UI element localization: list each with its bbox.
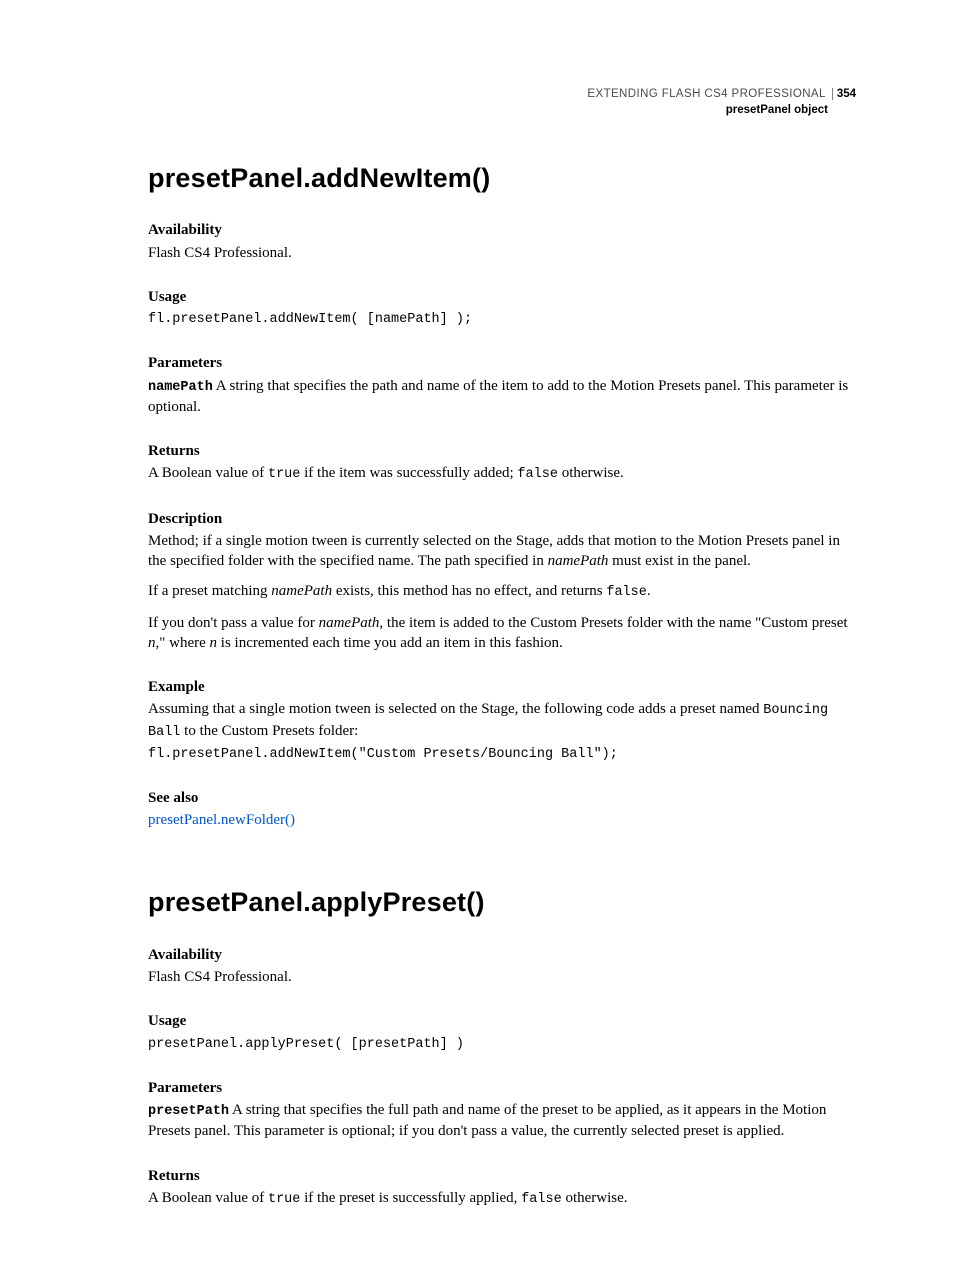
param-text: A string that specifies the full path an…	[148, 1102, 826, 1139]
param-name: namePath	[148, 380, 213, 395]
returns-true: true	[268, 1192, 300, 1207]
parameters-label: Parameters	[148, 1078, 856, 1098]
returns-mid: if the item was successfully added;	[300, 465, 517, 481]
returns-pre: A Boolean value of	[148, 1190, 268, 1206]
usage-label: Usage	[148, 287, 856, 307]
usage-code: fl.presetPanel.addNewItem( [namePath] );	[148, 311, 856, 329]
desc-text: If a preset matching	[148, 583, 271, 599]
method-heading-addnewitem: presetPanel.addNewItem()	[148, 160, 856, 196]
availability-text: Flash CS4 Professional.	[148, 243, 856, 263]
returns-text: A Boolean value of true if the preset is…	[148, 1188, 856, 1209]
returns-label: Returns	[148, 1166, 856, 1186]
desc-text: exists, this method has no effect, and r…	[332, 583, 606, 599]
link-newfolder[interactable]: presetPanel.newFolder()	[148, 812, 295, 828]
example-text: Assuming that a single motion tween is s…	[148, 699, 856, 741]
desc-text: , the item is added to the Custom Preset…	[379, 615, 847, 631]
desc-italic: n	[210, 635, 218, 651]
running-header: EXTENDING FLASH CS4 PROFESSIONAL 354 pres…	[587, 86, 856, 118]
param-text: A string that specifies the path and nam…	[148, 378, 848, 415]
example-code: fl.presetPanel.addNewItem("Custom Preset…	[148, 746, 856, 764]
desc-text: .	[647, 583, 651, 599]
page-number: 354	[837, 88, 856, 100]
parameter-description: namePath A string that specifies the pat…	[148, 376, 856, 417]
seealso-label: See also	[148, 788, 856, 808]
method-heading-applypreset: presetPanel.applyPreset()	[148, 884, 856, 920]
usage-code: presetPanel.applyPreset( [presetPath] )	[148, 1036, 856, 1054]
returns-label: Returns	[148, 441, 856, 461]
returns-true: true	[268, 467, 300, 482]
desc-italic: namePath	[319, 615, 380, 631]
usage-label: Usage	[148, 1011, 856, 1031]
example-pre: Assuming that a single motion tween is s…	[148, 701, 763, 717]
example-post: to the Custom Presets folder:	[180, 723, 358, 739]
returns-post: otherwise.	[558, 465, 624, 481]
desc-italic: namePath	[548, 553, 609, 569]
book-title: EXTENDING FLASH CS4 PROFESSIONAL	[587, 88, 832, 100]
returns-text: A Boolean value of true if the item was …	[148, 463, 856, 484]
returns-post: otherwise.	[562, 1190, 628, 1206]
description-p1: Method; if a single motion tween is curr…	[148, 531, 856, 572]
desc-text: ," where	[156, 635, 210, 651]
page: EXTENDING FLASH CS4 PROFESSIONAL 354 pres…	[0, 0, 954, 1279]
returns-false: false	[521, 1192, 562, 1207]
description-p3: If you don't pass a value for namePath, …	[148, 613, 856, 654]
parameters-label: Parameters	[148, 353, 856, 373]
availability-label: Availability	[148, 945, 856, 965]
returns-false: false	[517, 467, 558, 482]
description-label: Description	[148, 509, 856, 529]
param-name: presetPath	[148, 1104, 229, 1119]
parameter-description: presetPath A string that specifies the f…	[148, 1100, 856, 1141]
example-label: Example	[148, 677, 856, 697]
seealso-links: presetPanel.newFolder()	[148, 810, 856, 830]
desc-text: If you don't pass a value for	[148, 615, 319, 631]
returns-pre: A Boolean value of	[148, 465, 268, 481]
desc-text: must exist in the panel.	[608, 553, 750, 569]
availability-label: Availability	[148, 220, 856, 240]
returns-mid: if the preset is successfully applied,	[300, 1190, 521, 1206]
availability-text: Flash CS4 Professional.	[148, 967, 856, 987]
desc-code: false	[606, 585, 647, 600]
desc-italic: namePath	[271, 583, 332, 599]
desc-italic: n	[148, 635, 156, 651]
section-name: presetPanel object	[587, 102, 856, 118]
desc-text: is incremented each time you add an item…	[217, 635, 563, 651]
description-p2: If a preset matching namePath exists, th…	[148, 581, 856, 602]
